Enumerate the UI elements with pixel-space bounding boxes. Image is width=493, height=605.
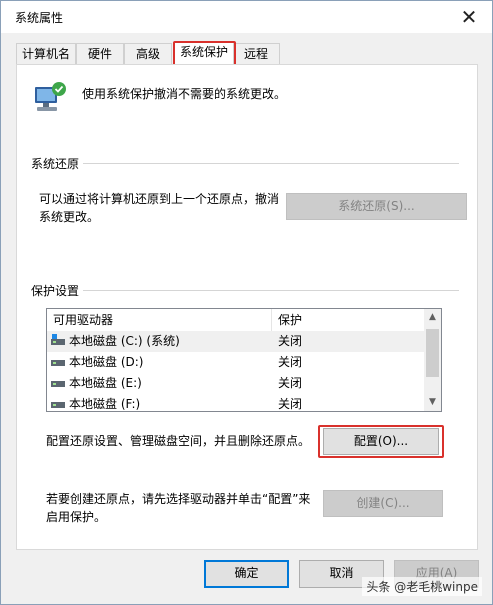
column-header-drives[interactable]: 可用驱动器 [47,309,272,331]
tab-hardware[interactable]: 硬件 [76,43,124,65]
scroll-thumb[interactable] [426,329,439,377]
restore-description-line2: 系统更改。 [39,210,100,224]
title-bar: 系统属性 ✕ [1,1,492,33]
create-description: 若要创建还原点，请先选择驱动器并单击“配置”来 启用保护。 [46,490,310,526]
protection-group-label: 保护设置 [31,282,84,299]
drive-name: 本地磁盘 (F:) [69,397,141,411]
column-header-protection[interactable]: 保护 [272,309,425,331]
tab-panel: 使用系统保护撤消不需要的系统更改。 系统还原 可以通过将计算机还原到上一个还原点… [16,64,478,550]
close-icon[interactable]: ✕ [454,5,484,29]
header-description: 使用系统保护撤消不需要的系统更改。 [82,87,287,101]
create-description-line2: 启用保护。 [46,510,107,524]
restore-group-divider [31,163,459,164]
watermark-text: 头条 @老毛桃winpe [362,577,482,596]
protection-group-divider [31,290,459,291]
tab-advanced[interactable]: 高级 [124,43,172,65]
drive-protection-status: 关闭 [278,397,303,411]
window-title: 系统属性 [15,11,64,25]
drive-protection-status: 关闭 [278,376,303,390]
create-button[interactable]: 创建(C)... [323,490,443,517]
create-description-line1: 若要创建还原点，请先选择驱动器并单击“配置”来 [46,492,311,506]
drive-row[interactable]: 本地磁盘 (C:) (系统) 关闭 [47,331,425,352]
drive-protection-status: 关闭 [278,334,303,348]
configure-description: 配置还原设置、管理磁盘空间，并且删除还原点。 [46,434,311,448]
system-protection-icon [35,82,66,111]
system-drive-icon [51,332,65,345]
restore-group-label: 系统还原 [31,155,84,172]
tab-computer-name[interactable]: 计算机名 [16,43,76,65]
tab-highlight-box [173,41,236,66]
tab-remote[interactable]: 远程 [232,43,280,65]
drive-icon [51,374,65,387]
scroll-up-icon[interactable]: ▲ [424,309,441,326]
system-properties-window: 系统属性 ✕ 计算机名 硬件 高级 远程 系统保护 使用系统保护撤消不需要的系统… [0,0,493,605]
drive-icon [51,353,65,366]
restore-description-line1: 可以通过将计算机还原到上一个还原点，撤消 [39,192,280,206]
drive-row[interactable]: 本地磁盘 (F:) 关闭 [47,394,425,411]
drive-row[interactable]: 本地磁盘 (E:) 关闭 [47,373,425,394]
drive-protection-status: 关闭 [278,355,303,369]
drive-row[interactable]: 本地磁盘 (D:) 关闭 [47,352,425,373]
system-restore-button[interactable]: 系统还原(S)... [286,193,467,220]
ok-button[interactable]: 确定 [204,560,289,588]
scroll-down-icon[interactable]: ▼ [424,394,441,411]
drive-name: 本地磁盘 (D:) [69,355,144,369]
restore-description: 可以通过将计算机还原到上一个还原点，撤消 系统更改。 [39,190,279,226]
drive-icon [51,395,65,408]
drive-list[interactable]: 可用驱动器 保护 本地磁盘 (C:) (系统) 关闭 本地磁盘 (D:) 关闭 [46,308,442,412]
drive-list-scrollbar[interactable]: ▲ ▼ [424,309,441,411]
configure-highlight-box [318,425,444,458]
drive-name: 本地磁盘 (C:) (系统) [69,334,180,348]
drive-name: 本地磁盘 (E:) [69,376,142,390]
